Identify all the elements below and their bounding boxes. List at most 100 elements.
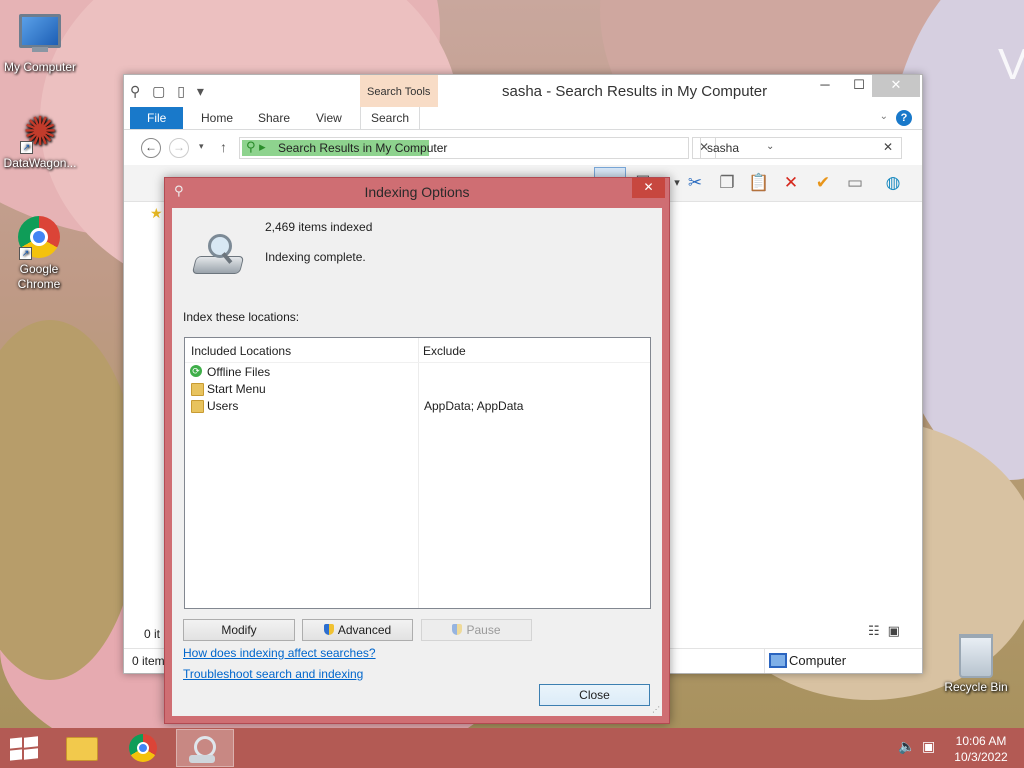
indexing-options-dialog: ⚲ Indexing Options ✕ 2,469 items indexed…	[164, 177, 670, 724]
desktop-icon-my-computer[interactable]: My Computer	[0, 10, 80, 75]
rename-icon[interactable]: ▭	[842, 171, 868, 195]
desktop-icon-google-chrome[interactable]: ↗ Google Chrome	[0, 216, 78, 292]
clear-search-icon[interactable]: ✕	[883, 140, 893, 154]
delete-icon[interactable]: ✕	[778, 171, 804, 195]
desktop-icon-label: Google Chrome	[17, 262, 61, 291]
desktop-icon-label: My Computer	[3, 60, 77, 74]
indexing-help-link[interactable]: How does indexing affect searches?	[183, 646, 376, 660]
up-button[interactable]: ↑	[220, 139, 227, 155]
explorer-titlebar: ⚲ ▢ ▯ ▾ Search Tools sasha - Search Resu…	[124, 75, 922, 107]
quick-access-toolbar[interactable]: ⚲ ▢ ▯ ▾	[130, 83, 208, 100]
ribbon-tabs: File Home Share View Search ⌄ ?	[124, 107, 922, 130]
close-button[interactable]: ✕	[872, 75, 920, 97]
tab-file[interactable]: File	[130, 107, 184, 129]
volume-muted-icon[interactable]: 🔈	[898, 738, 915, 755]
location-name: Start Menu	[207, 382, 266, 396]
chrome-icon	[129, 734, 157, 762]
items-indexed-count: 2,469 items indexed	[265, 220, 373, 234]
list-item[interactable]: Users AppData; AppData	[185, 398, 650, 415]
shortcut-arrow-icon: ↗	[20, 141, 33, 154]
clock-date: 10/3/2022	[954, 750, 1008, 764]
folder-icon	[191, 383, 204, 396]
recycle-bin-icon	[954, 634, 998, 678]
start-button[interactable]	[10, 736, 38, 761]
location-name: Offline Files	[207, 365, 271, 379]
dialog-close-button[interactable]: ✕	[632, 178, 665, 198]
advanced-label: Advanced	[337, 623, 392, 637]
forward-button[interactable]: →	[169, 138, 189, 158]
ribbon-collapse-icon[interactable]: ⌄	[880, 111, 888, 122]
tab-share[interactable]: Share	[248, 107, 300, 129]
taskbar-file-explorer[interactable]	[52, 729, 110, 767]
network-icon[interactable]: ▣	[922, 738, 935, 755]
indexing-status: Indexing complete.	[265, 250, 366, 264]
pause-label: Pause	[466, 623, 501, 637]
status-location: Computer	[764, 649, 917, 673]
search-results-icon: ⚲ ▸	[246, 139, 266, 154]
modify-label: Modify	[221, 623, 257, 637]
maximize-button[interactable]: ☐	[842, 75, 876, 97]
desktop-icon-label: DataWagon...	[3, 156, 77, 170]
index-locations-label: Index these locations:	[183, 310, 300, 324]
dialog-title: Indexing Options	[364, 184, 470, 200]
globe-icon[interactable]: ◍	[880, 171, 906, 195]
tab-home[interactable]: Home	[191, 107, 243, 129]
windows-logo-icon	[10, 737, 22, 749]
contextual-tab-label: Search Tools	[367, 86, 431, 98]
dialog-body: 2,469 items indexed Indexing complete. I…	[172, 208, 662, 716]
cut-icon[interactable]: ✂	[682, 171, 708, 195]
uac-shield-icon	[323, 624, 334, 635]
contextual-tab-header: Search Tools	[360, 75, 438, 107]
location-exclude: AppData; AppData	[424, 399, 524, 413]
desktop-icon-recycle-bin[interactable]: Recycle Bin	[936, 632, 1016, 695]
copy-icon[interactable]: ❐	[714, 171, 740, 195]
sync-icon: ⟳	[190, 365, 202, 377]
uac-shield-icon	[452, 624, 463, 635]
back-button[interactable]: ←	[141, 138, 161, 158]
list-item[interactable]: Start Menu	[185, 381, 650, 398]
folder-icon	[191, 400, 204, 413]
troubleshoot-link[interactable]: Troubleshoot search and indexing	[183, 667, 363, 681]
indexing-icon	[189, 736, 216, 763]
close-label: Close	[579, 688, 610, 702]
windows-logo-icon	[10, 749, 22, 761]
close-dialog-button[interactable]: Close	[539, 684, 650, 706]
list-item[interactable]: ⟳ Offline Files	[185, 364, 650, 381]
column-header-included[interactable]: Included Locations	[191, 338, 291, 362]
column-header-exclude[interactable]: Exclude	[423, 338, 466, 362]
help-icon[interactable]: ?	[896, 110, 912, 126]
advanced-button[interactable]: Advanced	[302, 619, 413, 641]
computer-icon	[18, 14, 62, 58]
locations-list[interactable]: Included Locations Exclude ⟳ Offline Fil…	[184, 337, 651, 609]
view-toggle-icons[interactable]: ☷▣	[868, 623, 908, 639]
tab-view[interactable]: View	[306, 107, 352, 129]
minimize-button[interactable]: ─	[808, 75, 842, 97]
paste-icon[interactable]: 📋	[746, 171, 772, 195]
taskbar-chrome[interactable]	[114, 729, 172, 767]
desktop-icon-datawagon[interactable]: ✺ ↗ DataWagon...	[0, 110, 80, 171]
resize-grip-icon[interactable]: ⋰	[652, 705, 660, 714]
address-bar[interactable]: ⚲ ▸ Search Results in My Computer ⌄	[239, 137, 774, 159]
windows-logo-icon	[24, 748, 38, 760]
window-title: sasha - Search Results in My Computer	[502, 83, 768, 100]
search-input[interactable]	[705, 140, 879, 156]
header-separator	[185, 362, 650, 363]
favorites-star-icon[interactable]: ★	[150, 205, 163, 222]
status-location-label: Computer	[789, 653, 847, 668]
pause-button[interactable]: Pause	[421, 619, 532, 641]
wallpaper-letter: V	[998, 40, 1024, 89]
address-text: Search Results in My Computer	[278, 141, 448, 155]
search-box[interactable]: ✕	[700, 137, 902, 159]
checkmark-icon[interactable]: ✔	[810, 171, 836, 195]
navigation-pane: ★	[150, 205, 163, 222]
recent-locations-chevron-icon[interactable]: ▾	[199, 141, 204, 152]
computer-icon	[769, 653, 787, 668]
file-explorer-icon	[66, 737, 98, 761]
tab-search[interactable]: Search	[360, 107, 420, 129]
taskbar-indexing-options[interactable]	[176, 729, 234, 767]
modify-button[interactable]: Modify	[183, 619, 295, 641]
taskbar: 🔈 ▣ 10:06 AM 10/3/2022	[0, 728, 1024, 768]
chrome-icon: ↗	[17, 216, 61, 260]
clock[interactable]: 10:06 AM 10/3/2022	[948, 733, 1014, 765]
desktop-icon-label: Recycle Bin	[944, 680, 1008, 694]
